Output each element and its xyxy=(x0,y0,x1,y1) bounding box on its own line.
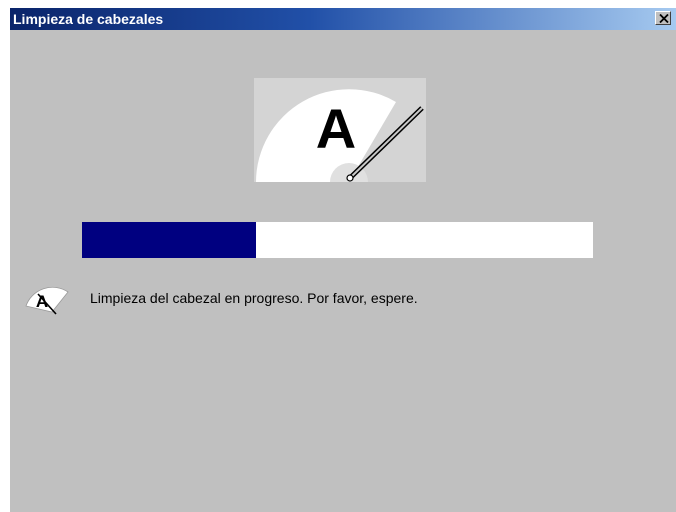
head-cleaning-dialog: Limpieza de cabezales A A Limpieza del c… xyxy=(10,8,676,512)
head-cleaning-illustration: A xyxy=(254,78,426,182)
status-message: Limpieza del cabezal en progreso. Por fa… xyxy=(90,290,418,306)
print-head-cleaning-gauge-icon: A xyxy=(254,78,426,193)
progress-bar xyxy=(82,222,593,258)
close-icon xyxy=(659,14,669,23)
progress-bar-fill xyxy=(82,222,256,258)
small-head-cleaning-icon: A xyxy=(22,282,74,323)
title-bar[interactable]: Limpieza de cabezales xyxy=(10,8,676,30)
hero-glyph: A xyxy=(316,97,356,160)
window-title: Limpieza de cabezales xyxy=(13,11,164,27)
close-button[interactable] xyxy=(655,11,671,25)
